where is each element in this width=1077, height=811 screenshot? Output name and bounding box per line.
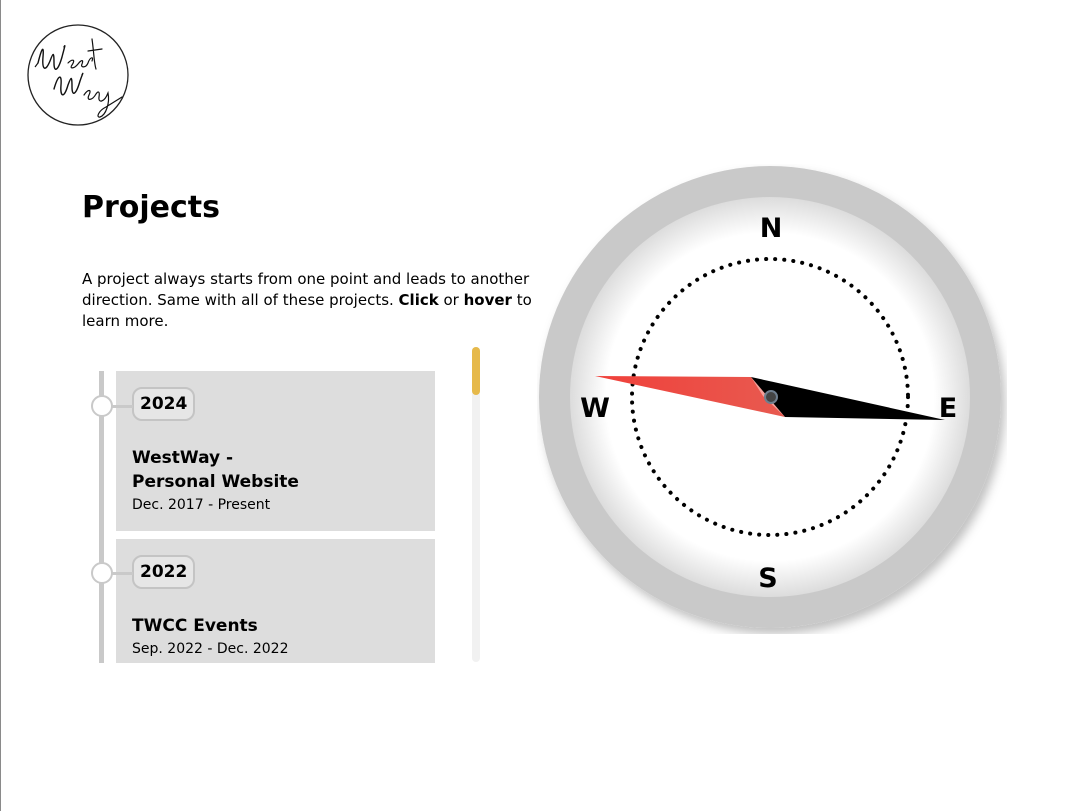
project-card[interactable]: 2022 TWCC Events Sep. 2022 - Dec. 2022	[116, 539, 435, 663]
intro-text: A project always starts from one point a…	[82, 269, 552, 332]
timeline-dot	[91, 395, 113, 417]
signature-logo-icon	[27, 24, 129, 126]
project-card[interactable]: 2024 WestWay - Personal Website Dec. 2017…	[116, 371, 435, 531]
compass: N S E W	[537, 164, 1007, 634]
timeline-connector	[111, 405, 133, 408]
compass-icon: N S E W	[539, 166, 1001, 628]
westway-logo[interactable]	[26, 23, 130, 127]
project-title-line1: WestWay -	[132, 448, 234, 468]
scrollbar-thumb[interactable]	[472, 347, 480, 395]
project-title: WestWay - Personal Website	[132, 446, 332, 494]
timeline-scrollbar[interactable]	[472, 347, 480, 662]
project-date: Sep. 2022 - Dec. 2022	[132, 641, 289, 657]
compass-label-west: W	[580, 393, 610, 424]
timeline-dot	[91, 562, 113, 584]
project-year-badge: 2022	[132, 555, 196, 589]
project-timeline[interactable]: 2024 WestWay - Personal Website Dec. 2017…	[90, 346, 482, 663]
compass-label-north: N	[760, 213, 783, 244]
intro-hover-word: hover	[463, 291, 512, 309]
page-title: Projects	[82, 190, 221, 225]
compass-label-south: S	[758, 563, 777, 594]
intro-click-word: Click	[398, 291, 439, 309]
timeline-connector	[111, 572, 133, 575]
needle-pivot	[764, 390, 778, 404]
page: Projects A project always starts from on…	[0, 0, 1077, 811]
project-title: TWCC Events	[132, 616, 258, 636]
project-date: Dec. 2017 - Present	[132, 497, 271, 513]
intro-or-word: or	[438, 291, 464, 309]
project-year-badge: 2024	[132, 387, 196, 421]
project-title-line2: Personal Website	[132, 472, 299, 492]
